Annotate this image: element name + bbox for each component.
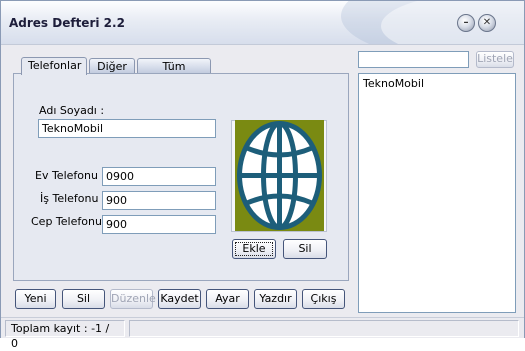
close-icon[interactable]: ✕ <box>478 14 496 32</box>
contact-list[interactable]: TeknoMobil <box>358 73 516 313</box>
mobile-phone-label: Cep Telefonu : <box>31 215 110 228</box>
main-window: Adres Defteri 2.2 – ✕ Telefonlar Diğer T… <box>0 0 525 350</box>
delete-photo-button[interactable]: Sil <box>283 239 327 259</box>
home-phone-field[interactable]: 0900 <box>102 167 216 186</box>
status-bar: Toplam kayıt : -1 / 0 <box>1 317 524 350</box>
print-button[interactable]: Yazdır <box>254 289 297 309</box>
delete-button[interactable]: Sil <box>62 289 105 309</box>
search-input[interactable] <box>358 51 469 68</box>
name-label: Adı Soyadı : <box>39 104 105 117</box>
new-button[interactable]: Yeni <box>15 289 56 309</box>
name-field[interactable]: TeknoMobil <box>38 119 216 138</box>
work-phone-label: İş Telefonu : <box>40 192 106 205</box>
contact-photo[interactable] <box>235 120 324 231</box>
exit-button[interactable]: Çıkış <box>302 289 345 309</box>
work-phone-field[interactable]: 900 <box>102 191 216 210</box>
save-button[interactable]: Kaydet <box>158 289 201 309</box>
list-button[interactable]: Listele <box>476 51 514 68</box>
mobile-phone-field[interactable]: 900 <box>102 215 216 234</box>
settings-button[interactable]: Ayar <box>206 289 249 309</box>
title-bar[interactable]: Adres Defteri 2.2 – ✕ <box>1 1 524 45</box>
minimize-icon[interactable]: – <box>457 14 475 32</box>
tab-tum-bilgiler[interactable]: Tüm Bilgiler <box>137 58 211 88</box>
tab-telefonlar[interactable]: Telefonlar <box>21 57 87 75</box>
home-phone-label: Ev Telefonu : <box>35 169 106 182</box>
edit-button[interactable]: Düzenle <box>110 289 156 309</box>
record-count: Toplam kayıt : -1 / 0 <box>5 320 125 350</box>
globe-icon <box>237 121 322 230</box>
list-item[interactable]: TeknoMobil <box>363 77 424 90</box>
status-panel <box>129 320 519 337</box>
tab-diger[interactable]: Diğer <box>89 58 135 74</box>
add-photo-button[interactable]: Ekle <box>232 239 276 259</box>
window-title: Adres Defteri 2.2 <box>9 16 125 30</box>
